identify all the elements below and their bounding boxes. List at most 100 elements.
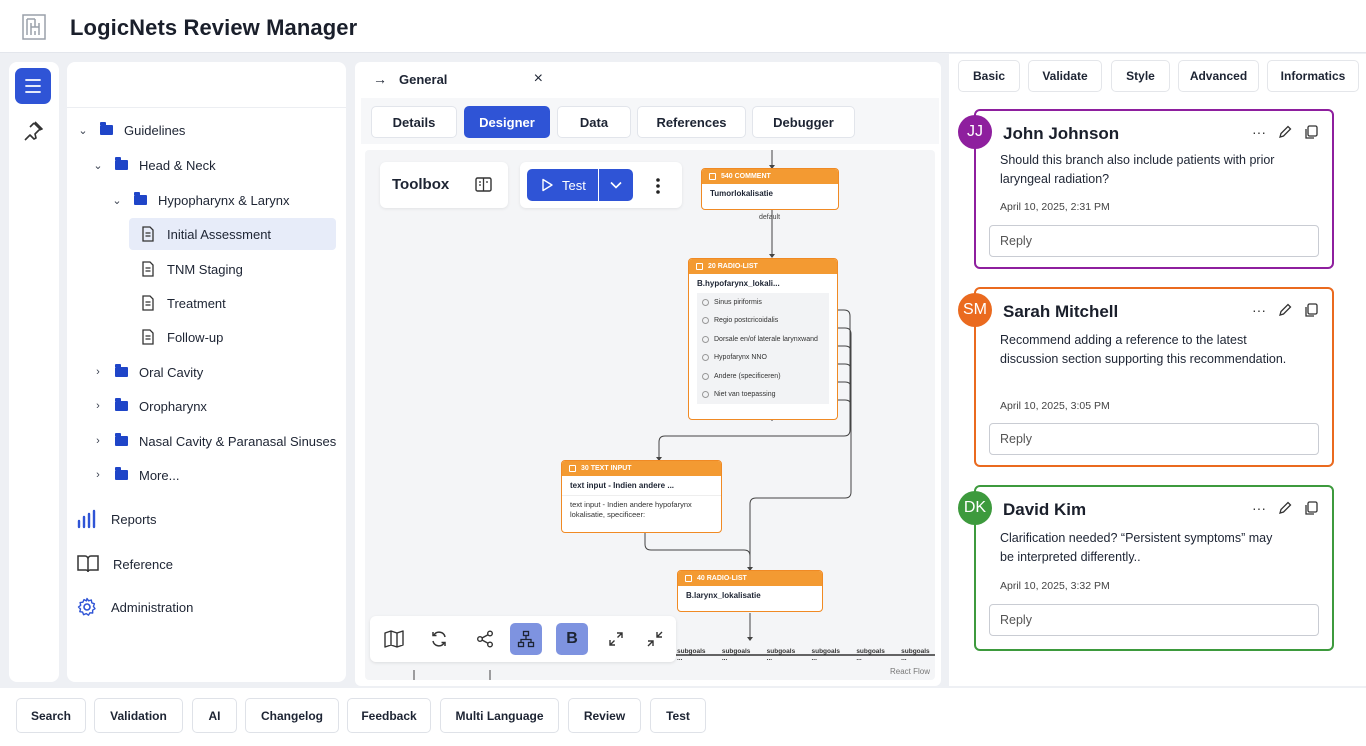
tree-item-treatment[interactable]: Treatment: [141, 288, 226, 318]
radio-option[interactable]: Sinus piriformis: [702, 293, 824, 312]
multi-language-button[interactable]: Multi Language: [440, 698, 559, 733]
share-button[interactable]: [470, 624, 500, 654]
tree-item-guidelines[interactable]: ⌄ Guidelines: [75, 115, 185, 145]
nav-administration[interactable]: Administration: [77, 594, 193, 620]
chevron-right-icon[interactable]: ›: [90, 400, 106, 412]
chevron-down-icon[interactable]: ⌄: [75, 124, 91, 137]
test-footer-button[interactable]: Test: [650, 698, 706, 733]
copy-icon[interactable]: [1304, 500, 1318, 516]
layout-tree-button[interactable]: [510, 623, 542, 655]
radio-option[interactable]: Regio postcricoidalis: [702, 312, 824, 331]
more-vertical-icon[interactable]: [655, 177, 661, 195]
avatar: SM: [958, 293, 992, 327]
folder-icon: [115, 433, 128, 446]
test-dropdown-button[interactable]: [599, 169, 633, 201]
chevron-right-icon[interactable]: ›: [90, 469, 106, 481]
tab-style[interactable]: Style: [1111, 60, 1170, 92]
tree-item-oropharynx[interactable]: › Oropharynx: [90, 391, 207, 421]
reply-input[interactable]: Reply: [989, 423, 1319, 455]
fit-view-button[interactable]: [601, 624, 631, 654]
comment-card: DK David Kim ··· Clarification needed? “…: [958, 485, 1334, 651]
node-type: 540 COMMENT: [721, 173, 771, 180]
folder-icon: [115, 157, 128, 170]
bold-button[interactable]: B: [556, 623, 588, 655]
radio-option[interactable]: Niet van toepassing: [702, 386, 824, 405]
tree-item-tnm-staging[interactable]: TNM Staging: [141, 254, 243, 284]
edge-label: default: [759, 214, 781, 221]
nav-reports[interactable]: Reports: [77, 506, 157, 532]
chevron-right-icon[interactable]: ›: [90, 435, 106, 447]
tree-item-nasal-cavity[interactable]: › Nasal Cavity & Paranasal Sinuses: [90, 426, 336, 456]
flow-edges: [413, 150, 935, 680]
tab-validate[interactable]: Validate: [1028, 60, 1102, 92]
folder-icon: [134, 192, 147, 205]
tab-debugger[interactable]: Debugger: [752, 106, 855, 138]
copy-icon[interactable]: [1304, 124, 1318, 140]
tree-item-head-neck[interactable]: ⌄ Head & Neck: [90, 150, 216, 180]
document-icon: [142, 295, 154, 311]
edit-icon[interactable]: [1278, 303, 1292, 317]
comment-card: SM Sarah Mitchell ··· Recommend adding a…: [958, 287, 1334, 467]
subgoal-label: subgoals ...: [677, 648, 706, 662]
tree-item-hypopharynx-larynx[interactable]: ⌄ Hypopharynx & Larynx: [109, 185, 290, 215]
review-button[interactable]: Review: [568, 698, 641, 733]
comment-text: Clarification needed? “Persistent sympto…: [1000, 531, 1273, 564]
pin-icon[interactable]: [21, 119, 45, 143]
option-label: Niet van toepassing: [714, 391, 776, 399]
tab-advanced[interactable]: Advanced: [1178, 60, 1259, 92]
nav-reference[interactable]: Reference: [77, 551, 173, 577]
chevron-down-icon[interactable]: ⌄: [90, 159, 106, 172]
feedback-button[interactable]: Feedback: [347, 698, 431, 733]
chevron-right-icon[interactable]: ›: [90, 366, 106, 378]
ai-button[interactable]: AI: [192, 698, 237, 733]
refresh-button[interactable]: [424, 624, 454, 654]
flow-node-540-comment[interactable]: 540 COMMENT Tumorlokalisatie: [701, 168, 839, 210]
edit-icon[interactable]: [1278, 125, 1292, 139]
menu-button[interactable]: [15, 68, 51, 104]
chevron-down-icon[interactable]: ⌄: [109, 194, 125, 207]
flow-node-20-radio-list[interactable]: 20 RADIO-LIST B.hypofarynx_lokali... Sin…: [688, 258, 838, 420]
tree-item-label: Head & Neck: [139, 157, 216, 173]
radio-option[interactable]: Andere (specificeren): [702, 367, 824, 386]
tree-item-initial-assessment[interactable]: Initial Assessment: [129, 218, 336, 250]
radio-option[interactable]: Dorsale en/of laterale larynxwand: [702, 330, 824, 349]
more-icon[interactable]: ···: [1252, 302, 1266, 318]
radio-option[interactable]: Hypofarynx NNO: [702, 349, 824, 368]
node-type-icon: [685, 575, 692, 582]
tab-details[interactable]: Details: [371, 106, 457, 138]
more-icon[interactable]: ···: [1252, 500, 1266, 516]
reply-input[interactable]: Reply: [989, 225, 1319, 257]
tree-item-oral-cavity[interactable]: › Oral Cavity: [90, 357, 203, 387]
close-icon[interactable]: ×: [534, 70, 543, 88]
react-flow-attribution[interactable]: React Flow: [890, 667, 930, 676]
flow-canvas[interactable]: default 540 COMMENT Tumorlokalisatie 20 …: [365, 150, 935, 680]
flow-node-30-text-input[interactable]: 30 TEXT INPUT text input - Indien andere…: [561, 460, 722, 533]
tree-item-more[interactable]: › More...: [90, 460, 179, 490]
search-button[interactable]: Search: [16, 698, 86, 733]
more-icon[interactable]: ···: [1252, 124, 1266, 140]
tab-designer[interactable]: Designer: [464, 106, 550, 138]
validation-button[interactable]: Validation: [94, 698, 183, 733]
option-label: Regio postcricoidalis: [714, 317, 779, 325]
flow-node-40-radio-list[interactable]: 40 RADIO-LIST B.larynx_lokalisatie: [677, 570, 823, 612]
tree-item-follow-up[interactable]: Follow-up: [141, 322, 223, 352]
nav-label: Reports: [111, 511, 157, 527]
tab-data[interactable]: Data: [557, 106, 631, 138]
edit-icon[interactable]: [1278, 501, 1292, 515]
tab-informatics[interactable]: Informatics: [1267, 60, 1359, 92]
map-button[interactable]: [379, 624, 409, 654]
changelog-button[interactable]: Changelog: [245, 698, 339, 733]
copy-icon[interactable]: [1304, 302, 1318, 318]
guideline-sidebar: ⌄ Guidelines ⌄ Head & Neck ⌄ Hypopharynx & …: [67, 62, 346, 682]
tab-basic[interactable]: Basic: [958, 60, 1020, 92]
avatar: DK: [958, 491, 992, 525]
reply-input[interactable]: Reply: [989, 604, 1319, 636]
app-title: LogicNets Review Manager: [70, 15, 358, 40]
node-title: text input - Indien andere ...: [562, 476, 721, 496]
tree-item-label: Treatment: [167, 295, 226, 311]
test-button[interactable]: Test: [527, 169, 598, 201]
tab-references[interactable]: References: [637, 106, 746, 138]
fullscreen-button[interactable]: [640, 624, 670, 654]
editor-tab-general[interactable]: → General ×: [361, 62, 553, 96]
panel-layout-icon[interactable]: [475, 177, 492, 192]
